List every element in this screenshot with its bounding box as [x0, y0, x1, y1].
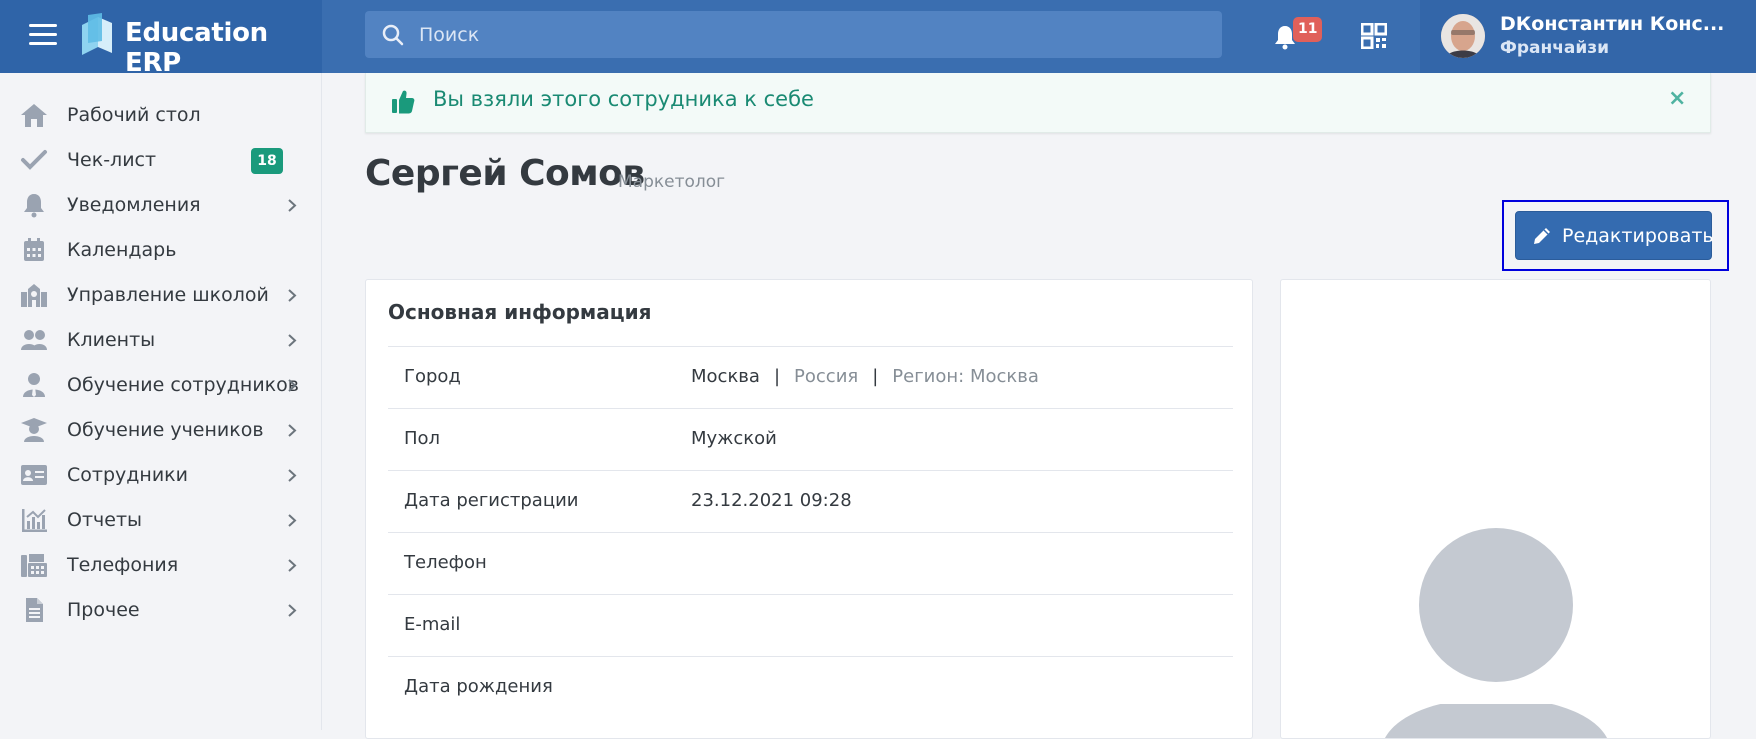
info-row-registration-date: Дата регистрации 23.12.2021 09:28	[388, 470, 1233, 532]
region-value: Регион: Москва	[892, 366, 1039, 387]
chevron-right-icon	[288, 424, 297, 437]
chevron-right-icon	[288, 379, 297, 392]
avatar-placeholder-icon	[1371, 528, 1621, 738]
check-icon	[21, 150, 47, 170]
chevron-right-icon	[288, 469, 297, 482]
info-key: E-mail	[404, 614, 461, 635]
city-value: Москва	[691, 366, 760, 387]
sidebar-item-other[interactable]: Прочее	[0, 588, 322, 633]
photo-card	[1280, 279, 1711, 739]
close-alert-button[interactable]: ×	[1668, 88, 1686, 110]
top-bar: Education ERP 11 DКонстантин Конс...	[0, 0, 1756, 78]
user-role: Франчайзи	[1500, 38, 1610, 58]
avatar	[1441, 14, 1485, 58]
user-name: DКонстантин Конс...	[1500, 13, 1725, 35]
sidebar-item-label: Телефония	[67, 554, 179, 576]
brand-name[interactable]: Education ERP	[125, 18, 322, 78]
menu-icon[interactable]	[29, 24, 57, 46]
chevron-right-icon	[288, 334, 297, 347]
checklist-count-badge: 18	[251, 148, 283, 174]
home-icon	[21, 104, 47, 127]
notifications-count-badge: 11	[1293, 17, 1323, 42]
info-key: Город	[404, 366, 461, 387]
sidebar-item-label: Обучение сотрудников	[67, 374, 299, 396]
sidebar-item-telephony[interactable]: Телефония	[0, 543, 322, 588]
sidebar-item-dashboard[interactable]: Рабочий стол	[0, 93, 322, 138]
logo-icon	[82, 13, 112, 55]
chevron-right-icon	[288, 604, 297, 617]
search-bar[interactable]	[365, 11, 1222, 58]
sidebar-item-label: Прочее	[67, 599, 140, 621]
country-value: Россия	[794, 366, 859, 387]
sidebar-item-label: Управление школой	[67, 284, 269, 306]
edit-button[interactable]: Редактировать	[1515, 211, 1714, 260]
chevron-right-icon	[288, 514, 297, 527]
bell-icon	[24, 194, 44, 218]
success-alert: Вы взяли этого сотрудника к себе ×	[365, 73, 1711, 133]
id-card-icon	[21, 465, 47, 485]
info-row-city: Город Москва | Россия | Регион: Москва	[388, 346, 1233, 408]
calendar-icon	[24, 238, 44, 261]
sidebar-item-label: Календарь	[67, 239, 177, 261]
info-key: Телефон	[404, 552, 487, 573]
employee-position: Маркетолог	[618, 172, 726, 192]
sidebar-item-label: Клиенты	[67, 329, 156, 351]
chart-icon	[22, 509, 47, 532]
info-row-birth-date: Дата рождения	[388, 656, 1233, 718]
sidebar-item-calendar[interactable]: Календарь	[0, 228, 322, 273]
school-icon	[21, 284, 47, 307]
chevron-right-icon	[288, 559, 297, 572]
graduate-icon	[21, 418, 47, 442]
user-tie-icon	[23, 373, 45, 397]
info-value: 23.12.2021 09:28	[691, 490, 852, 511]
sidebar-item-label: Чек-лист	[67, 149, 157, 171]
sidebar-item-checklist[interactable]: Чек-лист 18	[0, 138, 322, 183]
sidebar: Рабочий стол Чек-лист 18 Уведомления Кал…	[0, 73, 322, 730]
fax-icon	[21, 554, 47, 577]
sidebar-item-label: Обучение учеников	[67, 419, 264, 441]
file-icon	[26, 598, 43, 622]
info-key: Дата рождения	[404, 676, 553, 697]
card-title: Основная информация	[388, 300, 652, 324]
users-icon	[21, 330, 47, 350]
sidebar-item-label: Уведомления	[67, 194, 201, 216]
sidebar-item-clients[interactable]: Клиенты	[0, 318, 322, 363]
thumbs-up-icon	[392, 90, 415, 114]
info-row-phone: Телефон	[388, 532, 1233, 594]
sidebar-item-employees[interactable]: Сотрудники	[0, 453, 322, 498]
search-input[interactable]	[419, 11, 1209, 58]
search-icon	[382, 24, 404, 46]
main-info-card: Основная информация Город Москва | Россия |…	[365, 279, 1253, 739]
info-key: Дата регистрации	[404, 490, 579, 511]
alert-message: Вы взяли этого сотрудника к себе	[433, 87, 814, 111]
info-value: Мужской	[691, 428, 777, 449]
qr-code-icon[interactable]	[1361, 23, 1387, 49]
info-key: Пол	[404, 428, 441, 449]
info-row-gender: Пол Мужской	[388, 408, 1233, 470]
user-menu[interactable]: DКонстантин Конс... Франчайзи	[1420, 0, 1756, 73]
sidebar-item-reports[interactable]: Отчеты	[0, 498, 322, 543]
edit-button-label: Редактировать	[1562, 225, 1714, 247]
chevron-right-icon	[288, 289, 297, 302]
info-value: Москва | Россия | Регион: Москва	[691, 366, 1039, 387]
pencil-icon	[1534, 228, 1550, 244]
sidebar-item-label: Отчеты	[67, 509, 143, 531]
sidebar-item-label: Рабочий стол	[67, 104, 201, 126]
sidebar-item-label: Сотрудники	[67, 464, 188, 486]
employee-name: Сергей Сомов	[365, 153, 645, 194]
brand-area: Education ERP	[0, 0, 322, 78]
sidebar-item-notifications[interactable]: Уведомления	[0, 183, 322, 228]
chevron-right-icon	[288, 199, 297, 212]
sidebar-item-school-management[interactable]: Управление школой	[0, 273, 322, 318]
sidebar-item-student-training[interactable]: Обучение учеников	[0, 408, 322, 453]
sidebar-item-staff-training[interactable]: Обучение сотрудников	[0, 363, 322, 408]
info-row-email: E-mail	[388, 594, 1233, 656]
